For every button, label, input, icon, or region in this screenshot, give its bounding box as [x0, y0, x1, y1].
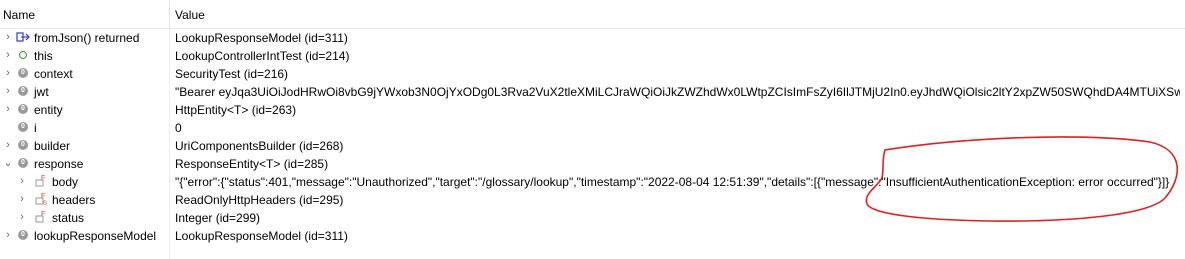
variable-name: response: [34, 157, 84, 171]
column-divider[interactable]: [169, 0, 170, 28]
chevron-right-icon[interactable]: ›: [17, 193, 27, 205]
field-icon: 0: [16, 138, 30, 152]
tree-row-lookupresponsemodel[interactable]: › 0 lookupResponseModel LookupResponseMo…: [0, 226, 1185, 244]
field-icon: 0: [16, 66, 30, 80]
svg-text:F: F: [41, 193, 45, 200]
chevron-right-icon[interactable]: ›: [3, 31, 13, 43]
field-icon: 0: [16, 102, 30, 116]
final-field-icon: F: [34, 210, 48, 224]
variable-name: lookupResponseModel: [34, 229, 157, 243]
name-column-header[interactable]: Name: [3, 8, 35, 22]
return-arrow-icon: [16, 30, 30, 44]
value-column-header[interactable]: Value: [175, 8, 205, 22]
variable-name: i: [34, 121, 37, 135]
variable-value: "Bearer eyJqa3UiOiJodHRwOi8vbG9jYWxob3N0…: [175, 85, 1180, 99]
variable-name: headers: [52, 193, 96, 207]
tree-row-status[interactable]: › F status Integer (id=299): [0, 208, 1185, 226]
svg-text:S: S: [43, 201, 47, 206]
svg-text:F: F: [41, 175, 45, 182]
variable-name: status: [52, 211, 85, 225]
variable-value: HttpEntity<T> (id=263): [175, 103, 297, 117]
chevron-right-icon[interactable]: ›: [3, 139, 13, 151]
variable-value: ReadOnlyHttpHeaders (id=295): [175, 193, 344, 207]
tree-row-response[interactable]: ⌄ 0 response ResponseEntity<T> (id=285): [0, 154, 1185, 172]
final-static-field-icon: FS: [34, 192, 48, 207]
field-icon: 0: [16, 228, 30, 242]
field-icon: 0: [16, 120, 30, 134]
tree-row-this[interactable]: › this LookupControllerIntTest (id=214): [0, 46, 1185, 64]
chevron-down-icon[interactable]: ⌄: [3, 157, 13, 169]
green-circle-icon: [16, 48, 30, 62]
variable-value: LookupControllerIntTest (id=214): [175, 49, 350, 63]
variable-name: body: [52, 175, 79, 189]
svg-text:F: F: [41, 211, 45, 218]
variable-value: ResponseEntity<T> (id=285): [175, 157, 329, 171]
field-icon: 0: [16, 84, 30, 98]
variable-value: SecurityTest (id=216): [175, 67, 289, 81]
tree-row-builder[interactable]: › 0 builder UriComponentsBuilder (id=268…: [0, 136, 1185, 154]
variable-value: "{"error":{"status":401,"message":"Unaut…: [175, 175, 1170, 189]
variable-value: LookupResponseModel (id=311): [175, 31, 348, 45]
variable-name: this: [34, 49, 53, 63]
chevron-right-icon[interactable]: ›: [3, 229, 13, 241]
chevron-right-icon[interactable]: ›: [3, 85, 13, 97]
variable-value: LookupResponseModel (id=311): [175, 229, 348, 243]
tree-row-entity[interactable]: › 0 entity HttpEntity<T> (id=263): [0, 100, 1185, 118]
tree-row-fromjson[interactable]: › fromJson() returned LookupResponseMode…: [0, 28, 1185, 46]
variable-name: builder: [34, 139, 71, 153]
table-header: Name Value: [0, 0, 1185, 29]
chevron-right-icon[interactable]: ›: [17, 211, 27, 223]
variable-name: jwt: [34, 85, 49, 99]
tree-row-context[interactable]: › 0 context SecurityTest (id=216): [0, 64, 1185, 82]
variable-value: Integer (id=299): [175, 211, 261, 225]
field-icon: 0: [16, 156, 30, 170]
chevron-right-icon[interactable]: ›: [17, 175, 27, 187]
chevron-right-icon[interactable]: ›: [3, 103, 13, 115]
variable-value: UriComponentsBuilder (id=268): [175, 139, 344, 153]
final-field-icon: F: [34, 174, 48, 188]
chevron-right-icon[interactable]: ›: [3, 67, 13, 79]
chevron-right-icon[interactable]: ›: [3, 49, 13, 61]
tree-row-body[interactable]: › F body "{"error":{"status":401,"messag…: [0, 172, 1185, 190]
variable-value: 0: [175, 121, 182, 135]
variable-name: entity: [34, 103, 63, 117]
variable-name: context: [34, 67, 73, 81]
tree-row-jwt[interactable]: › 0 jwt "Bearer eyJqa3UiOiJodHRwOi8vbG9j…: [0, 82, 1185, 100]
variable-name: fromJson() returned: [34, 31, 140, 45]
tree-row-headers[interactable]: › FS headers ReadOnlyHttpHeaders (id=295…: [0, 190, 1185, 208]
tree-row-i[interactable]: 0 i 0: [0, 118, 1185, 136]
